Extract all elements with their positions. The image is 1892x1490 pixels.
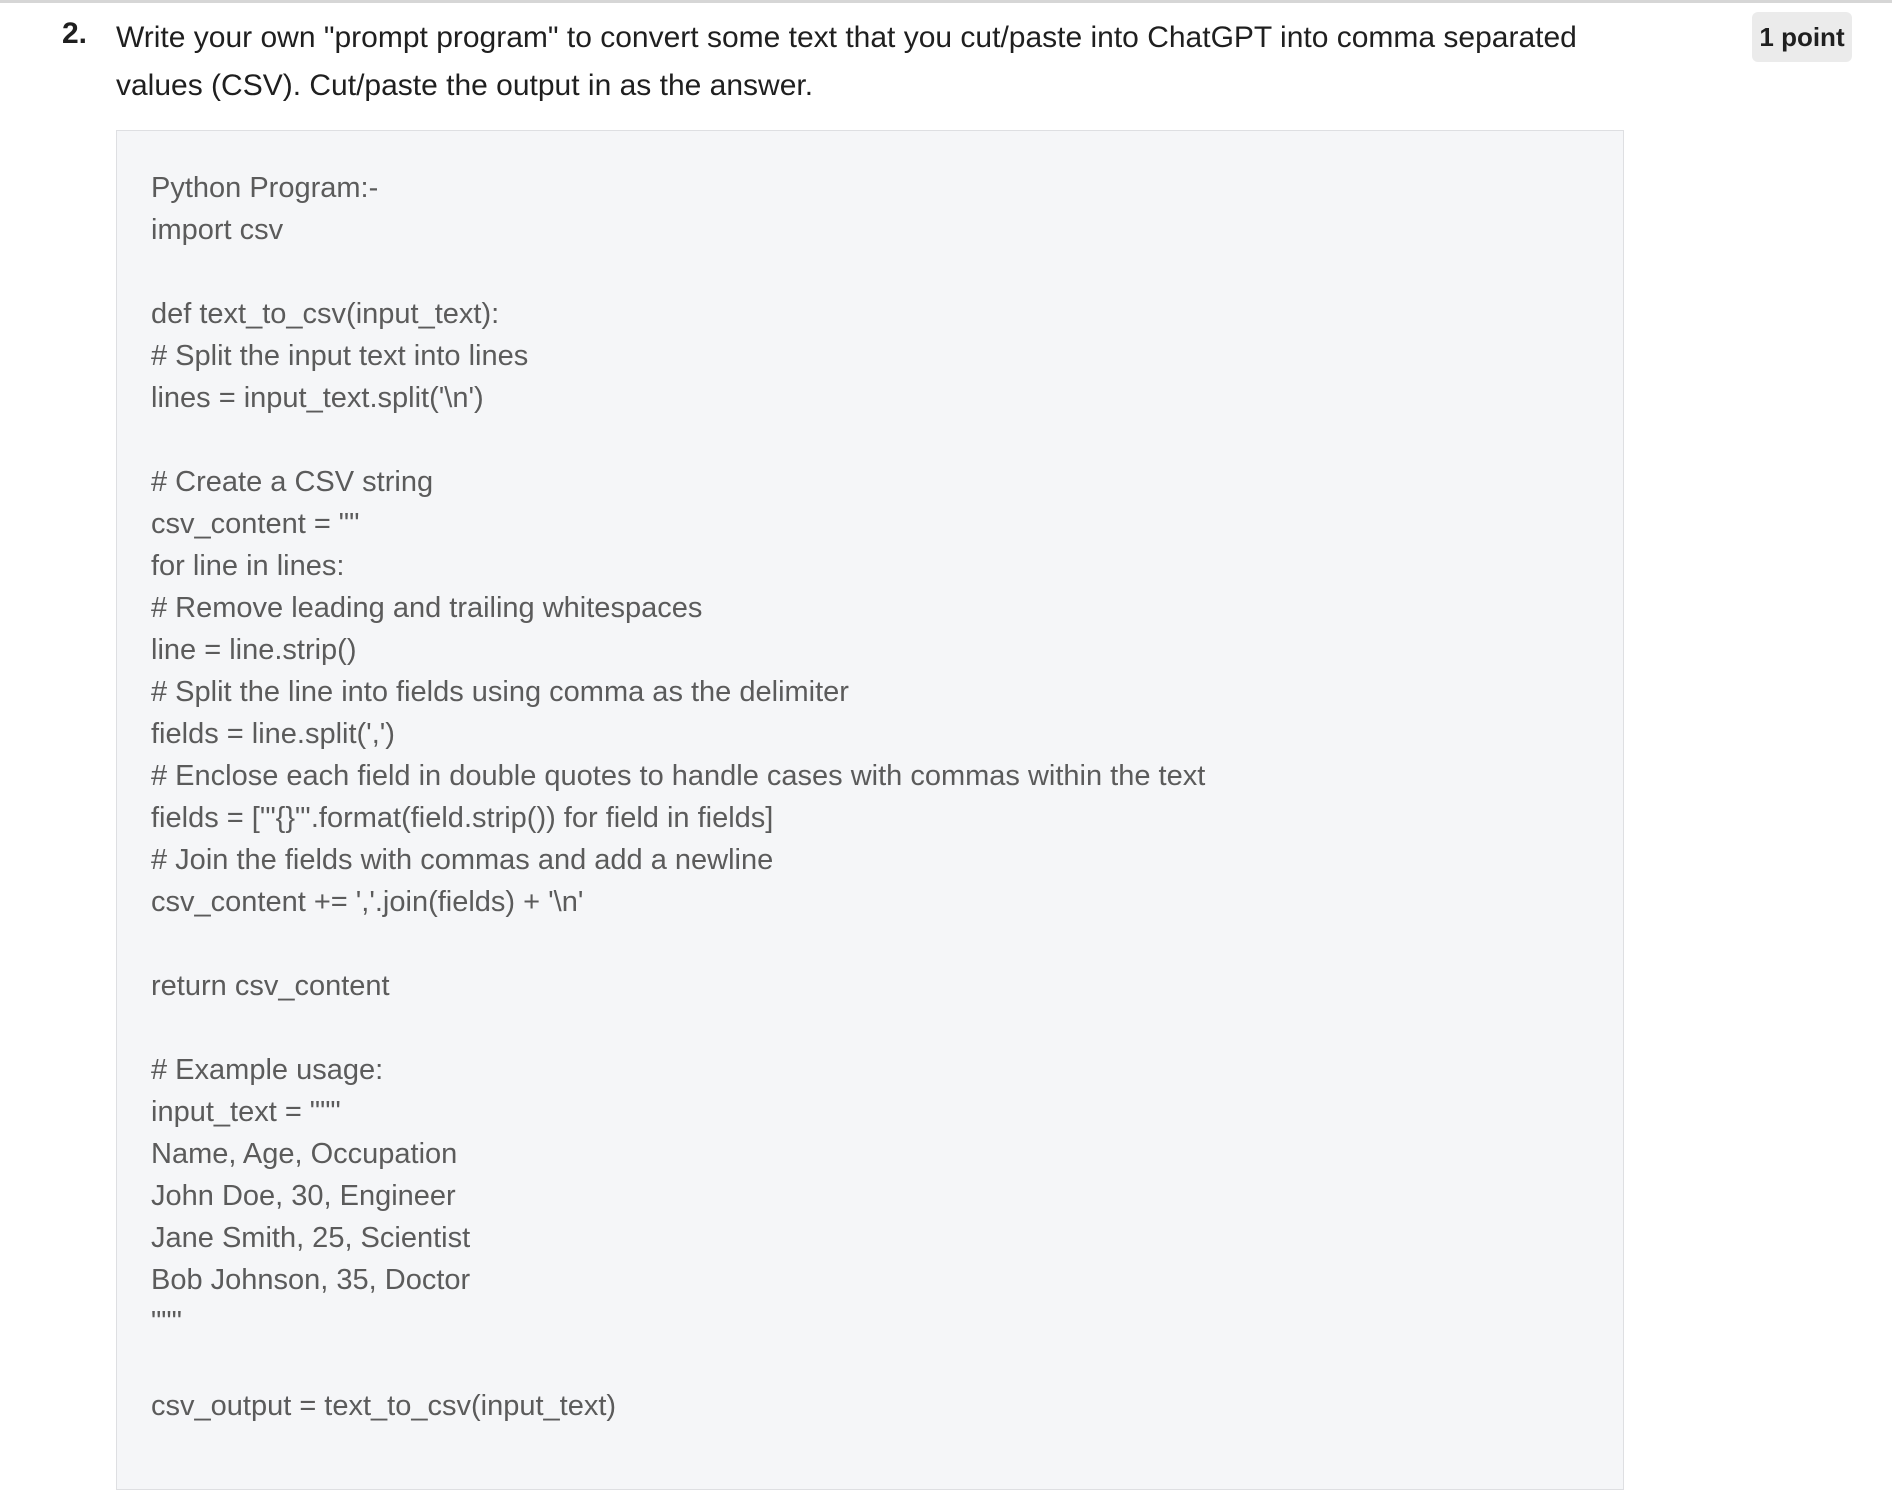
answer-line: # Join the fields with commas and add a … — [151, 844, 774, 876]
answer-line — [151, 1343, 1589, 1385]
answer-line: csv_output = text_to_csv(input_text) — [151, 1390, 617, 1422]
answer-line — [151, 251, 1589, 293]
question-number: 2. — [62, 17, 88, 50]
answer-line: # Enclose each field in double quotes to… — [151, 760, 1206, 792]
answer-line: return csv_content — [151, 970, 390, 1002]
answer-line: Name, Age, Occupation — [151, 1138, 458, 1170]
question-block: 2. Write your own "prompt program" to co… — [0, 0, 1892, 1490]
answer-line: for line in lines: — [151, 550, 345, 582]
answer-line: def text_to_csv(input_text): — [151, 298, 500, 330]
answer-line: """ — [151, 1306, 182, 1338]
answer-line: csv_content = "" — [151, 508, 360, 540]
answer-line: # Create a CSV string — [151, 466, 434, 498]
answer-line: fields = ['"{}"'.format(field.strip()) f… — [151, 802, 774, 834]
answer-line: # Split the line into fields using comma… — [151, 676, 849, 708]
answer-line: fields = line.split(',') — [151, 718, 395, 750]
answer-line: input_text = """ — [151, 1096, 341, 1128]
answer-line: # Example usage: — [151, 1054, 384, 1086]
answer-line: # Split the input text into lines — [151, 340, 529, 372]
answer-line: Bob Johnson, 35, Doctor — [151, 1264, 471, 1296]
answer-line: Python Program:- — [151, 172, 379, 204]
points-badge: 1 point — [1752, 12, 1852, 62]
answer-line — [151, 419, 1589, 461]
answer-line — [151, 1007, 1589, 1049]
answer-line: Jane Smith, 25, Scientist — [151, 1222, 471, 1254]
answer-line: csv_content += ','.join(fields) + '\n' — [151, 886, 584, 918]
answer-line: line = line.strip() — [151, 634, 357, 666]
question-prompt: Write your own "prompt program" to conve… — [116, 21, 1577, 102]
answer-line: # Remove leading and trailing whitespace… — [151, 592, 703, 624]
answer-line: import csv — [151, 214, 284, 246]
answer-line: lines = input_text.split('\n') — [151, 382, 484, 414]
answer-line — [151, 923, 1589, 965]
answer-textarea[interactable]: Python Program:- import csv def text_to_cs… — [116, 130, 1624, 1490]
answer-line: John Doe, 30, Engineer — [151, 1180, 456, 1212]
